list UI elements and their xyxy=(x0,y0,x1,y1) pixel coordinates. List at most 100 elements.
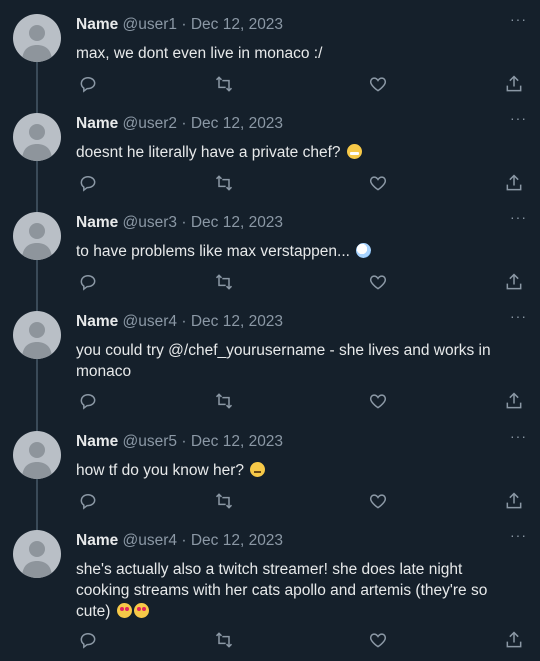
tweet[interactable]: Name @user4 · Dec 12, 2023 ··· she's act… xyxy=(0,516,540,661)
retweet-icon[interactable] xyxy=(214,630,236,652)
tweet-date[interactable]: Dec 12, 2023 xyxy=(191,532,283,549)
thread-connector xyxy=(36,359,38,421)
tweet[interactable]: Name @user5 · Dec 12, 2023 ··· how tf do… xyxy=(0,417,540,521)
avatar[interactable] xyxy=(13,212,61,260)
more-icon[interactable]: ··· xyxy=(510,210,527,224)
tweet-text: doesnt he literally have a private chef? xyxy=(76,142,516,163)
username[interactable]: @user2 xyxy=(123,115,178,132)
more-icon[interactable]: ··· xyxy=(510,429,527,443)
heart-icon[interactable] xyxy=(368,391,390,413)
separator-dot: · xyxy=(181,115,187,132)
tweet[interactable]: Name @user1 · Dec 12, 2023 ··· max, we d… xyxy=(0,0,540,104)
reply-icon[interactable] xyxy=(78,272,100,294)
avatar[interactable] xyxy=(13,113,61,161)
more-icon[interactable]: ··· xyxy=(510,111,527,125)
tweet[interactable]: Name @user2 · Dec 12, 2023 ··· doesnt he… xyxy=(0,99,540,203)
tweet[interactable]: Name @user4 · Dec 12, 2023 ··· you could… xyxy=(0,297,540,421)
more-icon[interactable]: ··· xyxy=(510,12,527,26)
retweet-icon[interactable] xyxy=(214,74,236,96)
tweet-actions xyxy=(76,272,526,294)
thread-connector xyxy=(36,516,38,530)
tweet-text: she's actually also a twitch streamer! s… xyxy=(76,559,516,622)
tweet-actions xyxy=(76,391,526,413)
retweet-icon[interactable] xyxy=(214,272,236,294)
thread-connector xyxy=(36,99,38,113)
tweet-actions xyxy=(76,74,526,96)
retweet-icon[interactable] xyxy=(214,491,236,513)
share-icon[interactable] xyxy=(504,491,526,513)
conversation-thread: Name @user1 · Dec 12, 2023 ··· max, we d… xyxy=(0,0,540,661)
share-icon[interactable] xyxy=(504,74,526,96)
username[interactable]: @user4 xyxy=(123,313,178,330)
display-name[interactable]: Name xyxy=(76,16,118,33)
heart-eyes-emoji xyxy=(116,603,132,618)
avatar[interactable] xyxy=(13,431,61,479)
tweet-actions xyxy=(76,491,526,513)
thread-connector xyxy=(36,417,38,431)
tweet-header: Name @user3 · Dec 12, 2023 xyxy=(76,214,283,232)
display-name[interactable]: Name xyxy=(76,433,118,450)
display-name[interactable]: Name xyxy=(76,532,118,549)
tweet-text-content: how tf do you know her? xyxy=(76,462,245,479)
share-icon[interactable] xyxy=(504,173,526,195)
tweet-actions xyxy=(76,173,526,195)
display-name[interactable]: Name xyxy=(76,214,118,231)
avatar[interactable] xyxy=(13,311,61,359)
tweet-header: Name @user5 · Dec 12, 2023 xyxy=(76,433,283,451)
separator-dot: · xyxy=(181,532,187,549)
confused-face-emoji xyxy=(250,462,266,477)
reply-icon[interactable] xyxy=(78,173,100,195)
heart-eyes-emoji xyxy=(133,603,149,618)
reply-icon[interactable] xyxy=(78,491,100,513)
tweet-text: max, we dont even live in monaco :/ xyxy=(76,45,323,62)
separator-dot: · xyxy=(181,433,187,450)
more-icon[interactable]: ··· xyxy=(510,528,527,542)
heart-icon[interactable] xyxy=(368,173,390,195)
avatar[interactable] xyxy=(13,530,61,578)
heart-icon[interactable] xyxy=(368,630,390,652)
separator-dot: · xyxy=(181,313,187,330)
username[interactable]: @user5 xyxy=(123,433,178,450)
share-icon[interactable] xyxy=(504,272,526,294)
separator-dot: · xyxy=(181,16,187,33)
avatar[interactable] xyxy=(13,14,61,62)
tweet-date[interactable]: Dec 12, 2023 xyxy=(191,433,283,450)
username[interactable]: @user3 xyxy=(123,214,178,231)
thread-connector xyxy=(36,297,38,311)
tweet-date[interactable]: Dec 12, 2023 xyxy=(191,16,283,33)
separator-dot: · xyxy=(181,214,187,231)
share-icon[interactable] xyxy=(504,391,526,413)
display-name[interactable]: Name xyxy=(76,313,118,330)
tweet-text-content: doesnt he literally have a private chef? xyxy=(76,144,341,161)
tweet-text: to have problems like max verstappen... xyxy=(76,241,516,262)
tweet-date[interactable]: Dec 12, 2023 xyxy=(191,214,283,231)
grimacing-face-emoji xyxy=(346,144,362,159)
thread-connector xyxy=(36,161,38,203)
tweet-header: Name @user1 · Dec 12, 2023 xyxy=(76,16,283,34)
tweet-text: you could try @/chef_yourusername - she … xyxy=(76,342,491,380)
tweet-header: Name @user4 · Dec 12, 2023 xyxy=(76,313,283,331)
tweet-header: Name @user2 · Dec 12, 2023 xyxy=(76,115,283,133)
tweet-actions xyxy=(76,630,526,652)
heart-icon[interactable] xyxy=(368,491,390,513)
thread-connector xyxy=(36,62,38,104)
heart-icon[interactable] xyxy=(368,74,390,96)
username[interactable]: @user1 xyxy=(123,16,178,33)
display-name[interactable]: Name xyxy=(76,115,118,132)
username[interactable]: @user4 xyxy=(123,532,178,549)
more-icon[interactable]: ··· xyxy=(510,309,527,323)
reply-icon[interactable] xyxy=(78,74,100,96)
share-icon[interactable] xyxy=(504,630,526,652)
tweet-date[interactable]: Dec 12, 2023 xyxy=(191,313,283,330)
crystal-ball-emoji xyxy=(356,243,372,258)
reply-icon[interactable] xyxy=(78,391,100,413)
retweet-icon[interactable] xyxy=(214,173,236,195)
thread-connector xyxy=(36,198,38,212)
retweet-icon[interactable] xyxy=(214,391,236,413)
reply-icon[interactable] xyxy=(78,630,100,652)
tweet[interactable]: Name @user3 · Dec 12, 2023 ··· to have p… xyxy=(0,198,540,302)
heart-icon[interactable] xyxy=(368,272,390,294)
tweet-text-content: to have problems like max verstappen... xyxy=(76,243,350,260)
thread-connector xyxy=(36,479,38,521)
tweet-date[interactable]: Dec 12, 2023 xyxy=(191,115,283,132)
